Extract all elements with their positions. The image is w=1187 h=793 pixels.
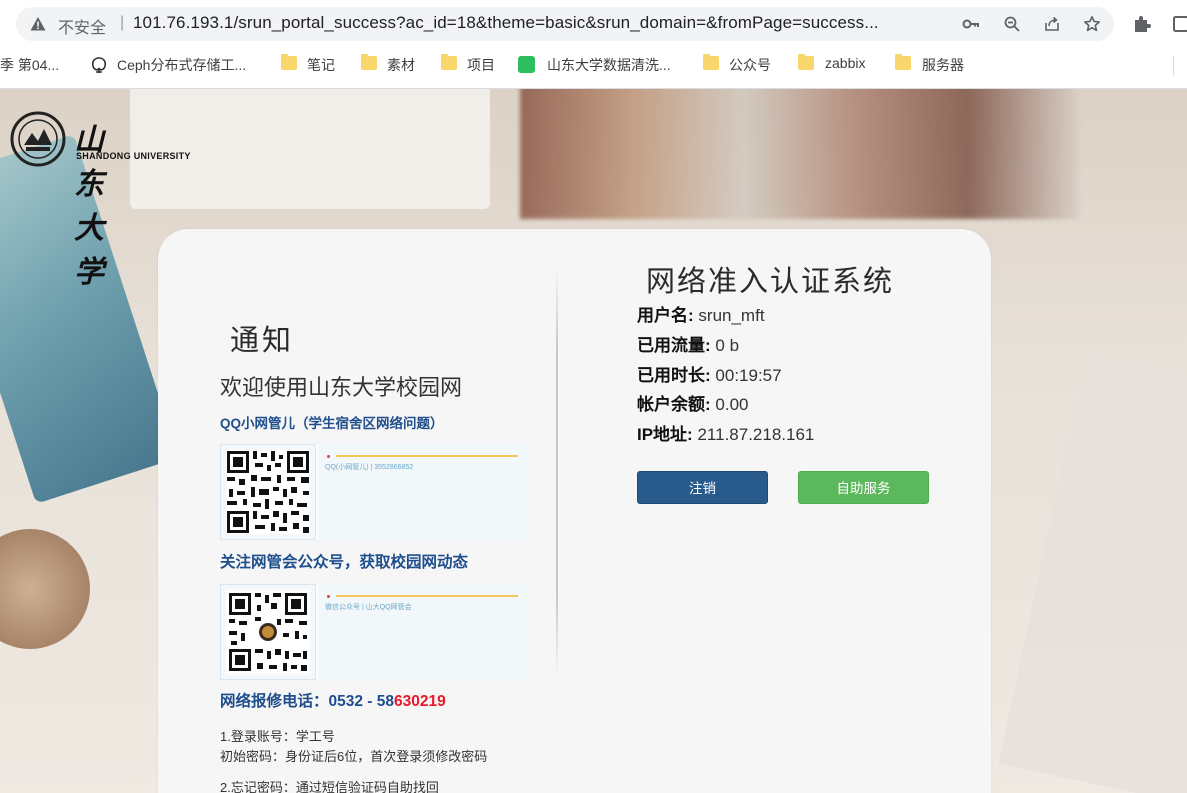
star-icon[interactable] bbox=[1083, 15, 1101, 33]
bookmark-item[interactable]: zabbix bbox=[825, 55, 865, 71]
qr-accent-line bbox=[336, 455, 518, 457]
info-label: 已用时长: bbox=[637, 366, 711, 385]
logo-english-name: SHANDONG UNIVERSITY bbox=[76, 151, 191, 161]
wechat-qr-code bbox=[220, 584, 316, 680]
qr-code-icon bbox=[226, 450, 310, 534]
info-value: 211.87.218.161 bbox=[697, 425, 815, 444]
qr-accent-line bbox=[336, 595, 518, 597]
background-keyboard bbox=[130, 89, 490, 209]
notice-title: 通知 bbox=[230, 325, 295, 357]
logo-chinese-name: 山东大学 bbox=[74, 123, 106, 290]
info-row-duration: 已用时长: 00:19:57 bbox=[637, 361, 782, 386]
key-icon[interactable] bbox=[962, 15, 980, 33]
info-label: 用户名: bbox=[637, 306, 694, 325]
logout-button[interactable]: 注销 bbox=[637, 471, 768, 504]
address-bar[interactable]: 不安全 | 101.76.193.1/srun_portal_success?a… bbox=[16, 7, 1114, 41]
portal-page: 山东大学 SHANDONG UNIVERSITY 通知 欢迎使用山东大学校园网 … bbox=[0, 89, 1187, 793]
card-divider bbox=[556, 267, 558, 677]
bookmark-item[interactable]: 笔记 bbox=[307, 55, 335, 75]
system-title: 网络准入认证系统 bbox=[646, 266, 895, 298]
background-cup bbox=[0, 529, 90, 649]
info-row-traffic: 已用流量: 0 b bbox=[637, 331, 739, 356]
info-label: IP地址: bbox=[637, 425, 693, 444]
info-value: srun_mft bbox=[698, 306, 765, 325]
qr-accent-dot bbox=[327, 455, 330, 458]
folder-icon bbox=[281, 54, 297, 70]
security-label[interactable]: 不安全 bbox=[58, 14, 106, 38]
bookmark-item[interactable]: 服务器 bbox=[922, 55, 964, 75]
info-label: 帐户余额: bbox=[637, 395, 711, 414]
browser-chrome: 不安全 | 101.76.193.1/srun_portal_success?a… bbox=[0, 0, 1187, 89]
instruction-line: 1.登录账号：学工号 bbox=[220, 729, 335, 744]
wechat-qr-caption: 微信公众号 | 山大QQ网管会 bbox=[325, 604, 412, 611]
repair-phone: 网络报修电话：0532 - 58630219 bbox=[220, 689, 446, 711]
zoom-icon[interactable] bbox=[1003, 15, 1021, 33]
bookmarks-divider bbox=[1173, 56, 1174, 76]
portal-card: 通知 欢迎使用山东大学校园网 QQ小网管儿（学生宿舍区网络问题） QQ(小网管儿… bbox=[158, 229, 991, 793]
folder-icon bbox=[703, 54, 719, 70]
address-separator: | bbox=[120, 14, 125, 31]
side-panel-icon[interactable] bbox=[1172, 14, 1187, 34]
url-text[interactable]: 101.76.193.1/srun_portal_success?ac_id=1… bbox=[133, 13, 948, 33]
wechat-follow-title: 关注网管会公众号，获取校园网动态 bbox=[220, 554, 469, 571]
bookmark-item[interactable]: Ceph分布式存储工... bbox=[117, 55, 246, 75]
self-service-button[interactable]: 自助服务 bbox=[798, 471, 929, 504]
info-value: 0 b bbox=[715, 336, 740, 355]
qq-support-title: QQ小网管儿（学生宿舍区网络问题） bbox=[220, 416, 444, 431]
instruction-line: 初始密码：身份证后6位，首次登录须修改密码 bbox=[220, 749, 488, 764]
university-seal-icon bbox=[10, 111, 66, 167]
info-row-ip: IP地址: 211.87.218.161 bbox=[637, 420, 814, 445]
repair-phone-suffix: 630219 bbox=[394, 693, 446, 710]
bookmark-item[interactable]: 季 第04... bbox=[0, 55, 59, 75]
info-label: 已用流量: bbox=[637, 336, 711, 355]
wechat-qr-panel: 微信公众号 | 山大QQ网管会 bbox=[220, 584, 530, 680]
evernote-icon bbox=[518, 56, 535, 73]
folder-icon bbox=[895, 54, 911, 70]
bookmark-item[interactable]: 公众号 bbox=[729, 55, 771, 75]
qq-qr-caption: QQ(小网管儿) | 3552866852 bbox=[325, 464, 414, 471]
ceph-logo-icon bbox=[91, 57, 107, 73]
info-value: 0.00 bbox=[715, 395, 749, 414]
wechat-qr-info: 微信公众号 | 山大QQ网管会 bbox=[318, 584, 530, 680]
repair-phone-label: 网络报修电话： bbox=[220, 693, 329, 710]
bookmark-item[interactable]: 项目 bbox=[467, 55, 495, 75]
share-icon[interactable] bbox=[1043, 15, 1061, 33]
repair-phone-prefix: 0532 - 58 bbox=[328, 693, 395, 710]
bookmarks-bar: 季 第04... Ceph分布式存储工... 笔记 素材 项目 山东大学数据清洗… bbox=[0, 50, 1187, 82]
folder-icon bbox=[798, 54, 814, 70]
warning-icon[interactable] bbox=[30, 16, 46, 32]
qq-qr-info: QQ(小网管儿) | 3552866852 bbox=[318, 444, 530, 540]
bookmark-item[interactable]: 素材 bbox=[387, 55, 415, 75]
info-row-username: 用户名: srun_mft bbox=[637, 301, 765, 326]
qq-qr-panel: QQ(小网管儿) | 3552866852 bbox=[220, 444, 530, 540]
qq-qr-code bbox=[220, 444, 316, 540]
info-value: 00:19:57 bbox=[715, 366, 782, 385]
background-books bbox=[520, 89, 1080, 219]
welcome-text: 欢迎使用山东大学校园网 bbox=[220, 375, 463, 400]
extensions-icon[interactable] bbox=[1132, 14, 1152, 34]
qr-code-icon bbox=[226, 590, 310, 674]
info-row-balance: 帐户余额: 0.00 bbox=[637, 390, 749, 415]
background-paper bbox=[998, 352, 1187, 793]
folder-icon bbox=[441, 54, 457, 70]
instruction-line: 2.忘记密码：通过短信验证码自助找回 bbox=[220, 780, 439, 793]
folder-icon bbox=[361, 54, 377, 70]
qr-accent-dot bbox=[327, 595, 330, 598]
bookmark-item[interactable]: 山东大学数据清洗... bbox=[547, 55, 671, 75]
